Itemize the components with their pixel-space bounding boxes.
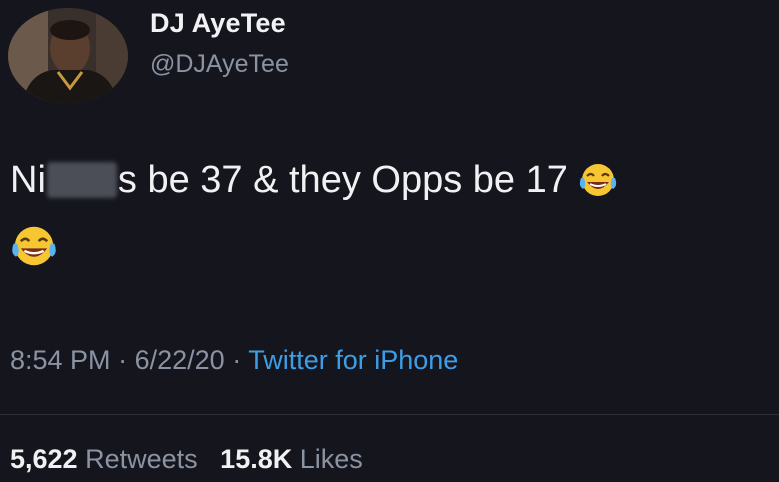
tweet-metadata: 8:54 PM · 6/22/20 · Twitter for iPhone <box>10 345 458 376</box>
likes-stat[interactable]: 15.8K Likes <box>220 444 363 474</box>
meta-separator: · <box>232 345 242 375</box>
retweets-stat[interactable]: 5,622 Retweets <box>10 444 198 474</box>
censor-blur <box>46 162 117 198</box>
tweet-text-start: Ni <box>10 159 46 201</box>
face-with-tears-of-joy-icon <box>578 154 618 218</box>
face-with-tears-of-joy-icon <box>10 224 58 288</box>
avatar[interactable] <box>8 8 128 104</box>
tweet-source-link[interactable]: Twitter for iPhone <box>248 345 458 375</box>
meta-separator: · <box>118 345 128 375</box>
tweet-date[interactable]: 6/22/20 <box>135 345 225 375</box>
tweet-text-rest: s be 37 & they Opps be 17 <box>117 159 568 201</box>
likes-count: 15.8K <box>220 444 293 474</box>
author-display-name[interactable]: DJ AyeTee <box>150 8 286 39</box>
retweets-label: Retweets <box>85 444 198 474</box>
divider <box>0 414 779 415</box>
tweet-text: Ni s be 37 & they Opps be 17 <box>10 148 770 288</box>
tweet-time[interactable]: 8:54 PM <box>10 345 111 375</box>
tweet-stats: 5,622 Retweets 15.8K Likes <box>10 444 363 475</box>
retweets-count: 5,622 <box>10 444 78 474</box>
tweet-card: DJ AyeTee @DJAyeTee Ni s be 37 & they Opp… <box>0 0 779 482</box>
author-handle[interactable]: @DJAyeTee <box>150 50 289 79</box>
likes-label: Likes <box>299 444 363 474</box>
